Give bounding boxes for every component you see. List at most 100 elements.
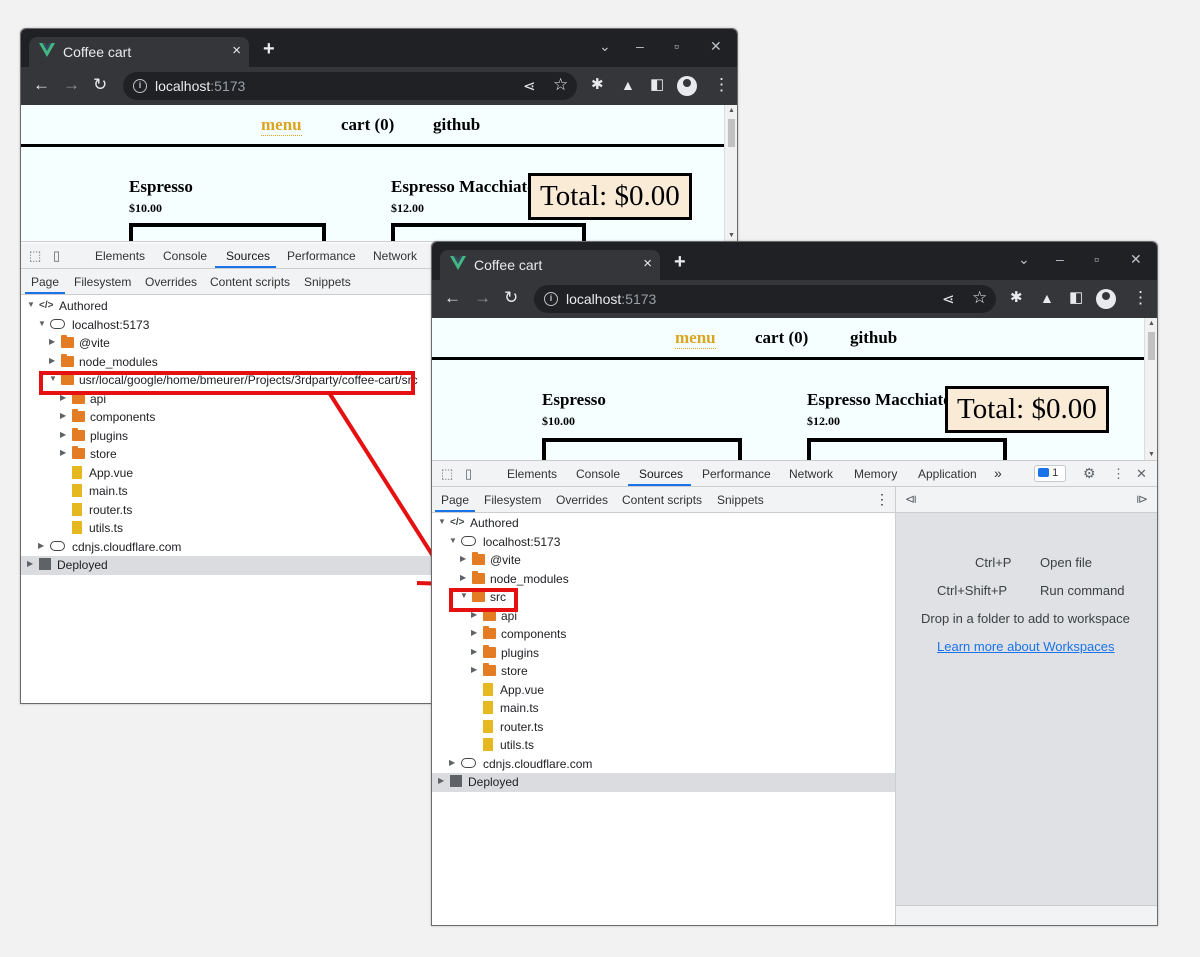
reload-icon[interactable]: ↻	[504, 288, 518, 308]
scroll-up-icon[interactable]: ▲	[1148, 320, 1155, 327]
tree-item[interactable]: ▶ @vite	[432, 551, 895, 570]
subtab-snippets[interactable]: Snippets	[717, 493, 764, 507]
collapsed-arrow-icon[interactable]: ▶	[449, 758, 455, 767]
tree-item-label: localhost:5173	[483, 534, 561, 549]
cup-image[interactable]	[807, 438, 1007, 460]
nav-cart-link[interactable]: cart (0)	[755, 328, 808, 348]
collapsed-arrow-icon[interactable]: ▶	[471, 647, 477, 656]
tree-item-label: main.ts	[500, 701, 539, 715]
share-icon[interactable]: ⋖	[942, 290, 955, 308]
tree-item[interactable]: ▶ cdnjs.cloudflare.com	[432, 755, 895, 774]
issues-count: 1	[1052, 467, 1059, 479]
collapsed-arrow-icon[interactable]: ▶	[460, 573, 466, 582]
tree-item[interactable]: router.ts	[432, 718, 895, 737]
collapsed-arrow-icon[interactable]: ▶	[471, 628, 477, 637]
tree-item[interactable]: ▶ Deployed	[432, 773, 895, 792]
tree-item-label: components	[501, 627, 567, 641]
nav-github-link[interactable]: github	[850, 328, 897, 348]
info-icon[interactable]: i	[544, 292, 558, 306]
product-price: $10.00	[542, 414, 575, 428]
editor-status-bar	[896, 905, 1157, 925]
tree-item-label: App.vue	[500, 682, 545, 697]
tree-item[interactable]: App.vue	[432, 681, 895, 700]
tab-performance[interactable]: Performance	[702, 467, 771, 481]
profile-icon[interactable]	[1096, 289, 1116, 309]
sources-subtabs: Page Filesystem Overrides Content script…	[432, 487, 895, 513]
subtab-filesystem[interactable]: Filesystem	[484, 493, 541, 507]
tree-item[interactable]: utils.ts	[432, 736, 895, 755]
subtab-page[interactable]: Page	[441, 493, 469, 507]
tab-search-icon[interactable]: ⌄	[1018, 251, 1030, 268]
address-bar[interactable]: i localhost:5173 ⋖ ☆	[534, 285, 996, 313]
page-viewport: menu cart (0) github Espresso $10.00 Esp…	[432, 318, 1157, 461]
subtab-overrides[interactable]: Overrides	[556, 493, 608, 507]
tree-item[interactable]: main.ts	[432, 699, 895, 718]
folder-icon	[472, 552, 485, 565]
tab-close-icon[interactable]: ×	[643, 255, 652, 272]
tree-item[interactable]: ▶ node_modules	[432, 570, 895, 589]
nav-menu-link[interactable]: menu	[675, 328, 716, 349]
scroll-down-icon[interactable]: ▼	[1148, 451, 1155, 458]
tree-item[interactable]: ▶ plugins	[432, 644, 895, 663]
tree-item-label: plugins	[501, 645, 540, 660]
folder-icon	[483, 663, 496, 676]
forward-arrow-icon[interactable]: →	[474, 288, 491, 308]
more-tabs-icon[interactable]: »	[994, 465, 1002, 481]
maximize-icon[interactable]: ▫	[1094, 251, 1099, 267]
settings-gear-icon[interactable]: ⚙	[1083, 465, 1096, 482]
browser-window-after: Coffee cart × + ⌄ – ▫ ✕ ← → ↻ i localhos…	[431, 241, 1158, 926]
collapsed-arrow-icon[interactable]: ▶	[438, 776, 444, 785]
page-scrollbar[interactable]: ▲ ▼	[1144, 318, 1157, 460]
browser-tab[interactable]: Coffee cart ×	[440, 250, 660, 280]
tree-item-label: Deployed	[468, 775, 519, 789]
device-toolbar-icon[interactable]: ▯	[465, 466, 472, 482]
toggle-debugger-icon[interactable]: ⧐	[1136, 492, 1148, 506]
file-icon	[483, 701, 493, 714]
extensions-icon[interactable]: ✱	[1010, 288, 1023, 308]
app-nav: menu cart (0) github	[432, 318, 1157, 360]
expanded-arrow-icon[interactable]: ▼	[438, 517, 446, 526]
toggle-navigator-icon[interactable]: ⧏	[905, 492, 917, 506]
file-icon	[483, 719, 493, 733]
cup-image[interactable]	[542, 438, 742, 460]
shortcut-keys: Ctrl+P	[975, 555, 1012, 570]
workspaces-link[interactable]: Learn more about Workspaces	[937, 639, 1115, 654]
folder-icon	[472, 570, 485, 584]
kebab-menu-icon[interactable]: ⋮	[1132, 288, 1149, 308]
issues-badge[interactable]: 1	[1034, 465, 1066, 482]
tab-elements[interactable]: Elements	[507, 467, 557, 481]
close-devtools-icon[interactable]: ✕	[1136, 466, 1147, 482]
collapsed-arrow-icon[interactable]: ▶	[471, 665, 477, 674]
tree-item[interactable]: ▼ localhost:5173	[432, 533, 895, 552]
tab-console[interactable]: Console	[576, 467, 620, 481]
tab-sources[interactable]: Sources	[639, 467, 683, 481]
back-arrow-icon[interactable]: ←	[444, 288, 461, 308]
tree-item[interactable]: ▼ </> Authored	[432, 514, 895, 533]
tab-memory[interactable]: Memory	[854, 467, 897, 481]
browser-toolbar: ← → ↻ i localhost:5173 ⋖ ☆ ✱ ▲ ◧ ⋮	[432, 280, 1157, 318]
tree-item[interactable]: ▶ components	[432, 625, 895, 644]
total-button[interactable]: Total: $0.00	[945, 386, 1109, 433]
tree-item[interactable]: ▶ store	[432, 662, 895, 681]
labs-icon[interactable]: ▲	[1040, 288, 1054, 308]
collapsed-arrow-icon[interactable]: ▶	[460, 554, 466, 563]
cloud-icon	[461, 535, 476, 546]
tree-item-label: cdnjs.cloudflare.com	[483, 756, 593, 771]
subtab-content-scripts[interactable]: Content scripts	[622, 493, 702, 507]
tree-item-label: store	[501, 664, 528, 678]
close-window-icon[interactable]: ✕	[1130, 251, 1142, 268]
inspect-icon[interactable]: ⬚	[441, 466, 453, 482]
sidepanel-icon[interactable]: ◧	[1069, 288, 1083, 308]
tab-application[interactable]: Application	[918, 467, 977, 481]
expanded-arrow-icon[interactable]: ▼	[449, 536, 457, 545]
scroll-thumb[interactable]	[1148, 332, 1155, 360]
shortcut-action: Open file	[1040, 555, 1093, 570]
product-espresso-macchiato: Espresso Macchiato $12.00	[807, 390, 952, 429]
minimize-icon[interactable]: –	[1056, 251, 1064, 267]
navigator-menu-icon[interactable]: ⋮	[875, 491, 889, 508]
new-tab-button[interactable]: +	[674, 251, 686, 274]
star-icon[interactable]: ☆	[972, 288, 987, 308]
devtools-menu-icon[interactable]: ⋮	[1112, 466, 1125, 482]
cloud-icon	[461, 757, 476, 768]
tab-network[interactable]: Network	[789, 467, 833, 481]
